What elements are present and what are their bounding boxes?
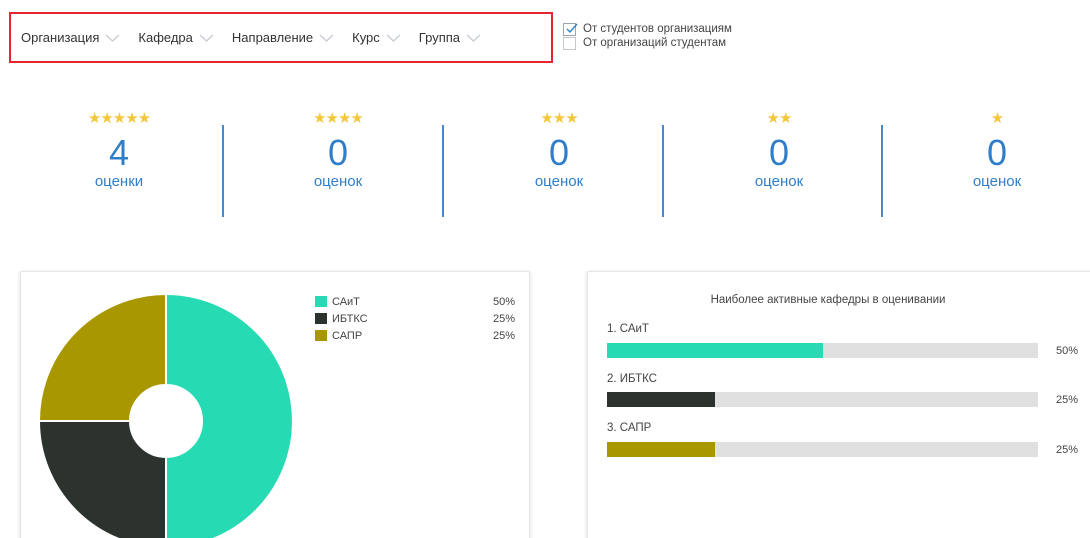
legend-label: САиТ (332, 295, 360, 308)
divider (442, 125, 444, 217)
students-to-organizations-option[interactable]: От студентов организациям (563, 22, 732, 36)
chevron-down-icon (199, 34, 214, 42)
active-departments-card: Наиболее активные кафедры в оценивании 1… (587, 271, 1090, 538)
direction-filter[interactable]: Направление (232, 30, 334, 45)
chart-title: Наиболее активные кафедры в оценивании (710, 294, 946, 306)
donut-slice[interactable] (165, 292, 294, 538)
course-filter[interactable]: Курс (352, 30, 401, 45)
filter-label: Направление (231, 30, 314, 45)
divider (881, 125, 883, 217)
filter-label: Курс (352, 30, 380, 45)
department-filter[interactable]: Кафедра (138, 30, 214, 45)
donut-slice[interactable] (37, 292, 167, 422)
legend-value: 25% (492, 329, 515, 342)
legend-value: 25% (492, 312, 515, 325)
rating-count: 4 (108, 132, 130, 173)
rating-count-label: оценок (754, 173, 804, 190)
rating-5-stars: ★★★★★ 4 оценки (49, 110, 189, 191)
chevron-down-icon (319, 34, 334, 42)
bar-fill (607, 392, 715, 407)
stars-icon: ★★★★★ (87, 110, 151, 127)
bar-fill (607, 442, 715, 457)
legend-swatch (315, 313, 327, 324)
stars-icon: ★ (990, 110, 1004, 127)
rating-count-label: оценок (313, 173, 363, 190)
legend-item[interactable]: САПР 25% (315, 327, 515, 344)
rating-count-label: оценок (534, 173, 584, 190)
checkmark-icon (566, 23, 578, 33)
divider (222, 125, 224, 217)
checkbox-unchecked[interactable] (563, 36, 576, 50)
rating-2-stars: ★★ 0 оценок (709, 110, 849, 191)
stars-icon: ★★★ (540, 110, 578, 127)
filter-label: Группа (418, 30, 460, 45)
bar-fill (607, 343, 823, 358)
rating-count-label: оценки (94, 173, 144, 190)
rating-count: 0 (327, 132, 349, 173)
legend-item[interactable]: ИБТКС 25% (315, 310, 515, 327)
chevron-down-icon (386, 34, 401, 42)
bar-track (607, 343, 1038, 358)
bar-label: 1. САиТ (607, 323, 649, 335)
bar-track (607, 392, 1038, 407)
legend-item[interactable]: САиТ 50% (315, 293, 515, 310)
rating-count: 0 (768, 132, 790, 173)
bar-value: 25% (1056, 394, 1079, 406)
legend-label: ИБТКС (332, 312, 368, 325)
filter-label: Кафедра (138, 30, 193, 45)
rating-count: 0 (548, 132, 570, 173)
legend-swatch (315, 296, 327, 307)
chevron-down-icon (466, 34, 481, 42)
rating-1-star: ★ 0 оценок (927, 110, 1067, 191)
bar-label: 3. САПР (607, 422, 652, 434)
rating-count-label: оценок (972, 173, 1022, 190)
direction-options: От студентов организациям От организаций… (563, 22, 732, 50)
rating-4-stars: ★★★★ 0 оценок (268, 110, 408, 191)
option-label: От студентов организациям (583, 23, 732, 35)
legend-swatch (315, 330, 327, 341)
bar-value: 50% (1056, 345, 1079, 357)
organizations-to-students-option[interactable]: От организаций студентам (563, 36, 732, 50)
organization-filter[interactable]: Организация (21, 30, 120, 45)
option-label: От организаций студентам (583, 37, 727, 49)
bar-label: 2. ИБТКС (607, 373, 657, 385)
donut-chart (37, 292, 294, 538)
stars-icon: ★★★★ (313, 110, 364, 127)
legend-value: 50% (492, 295, 515, 308)
chart-legend: САиТ 50% ИБТКС 25% САПР 25% (315, 293, 515, 344)
rating-3-stars: ★★★ 0 оценок (489, 110, 629, 191)
rating-count: 0 (986, 132, 1008, 173)
stars-icon: ★★ (766, 110, 793, 127)
filter-bar: Организация Кафедра Направление Курс Гру… (9, 12, 553, 63)
group-filter[interactable]: Группа (419, 30, 481, 45)
chevron-down-icon (105, 34, 120, 42)
department-share-card: САиТ 50% ИБТКС 25% САПР 25% (20, 271, 530, 538)
legend-label: САПР (332, 329, 363, 342)
bar-value: 25% (1056, 444, 1079, 456)
donut-slice[interactable] (37, 420, 167, 538)
filter-label: Организация (21, 30, 100, 45)
checkbox-checked[interactable] (563, 22, 578, 36)
bar-track (607, 442, 1038, 457)
divider (662, 125, 664, 217)
